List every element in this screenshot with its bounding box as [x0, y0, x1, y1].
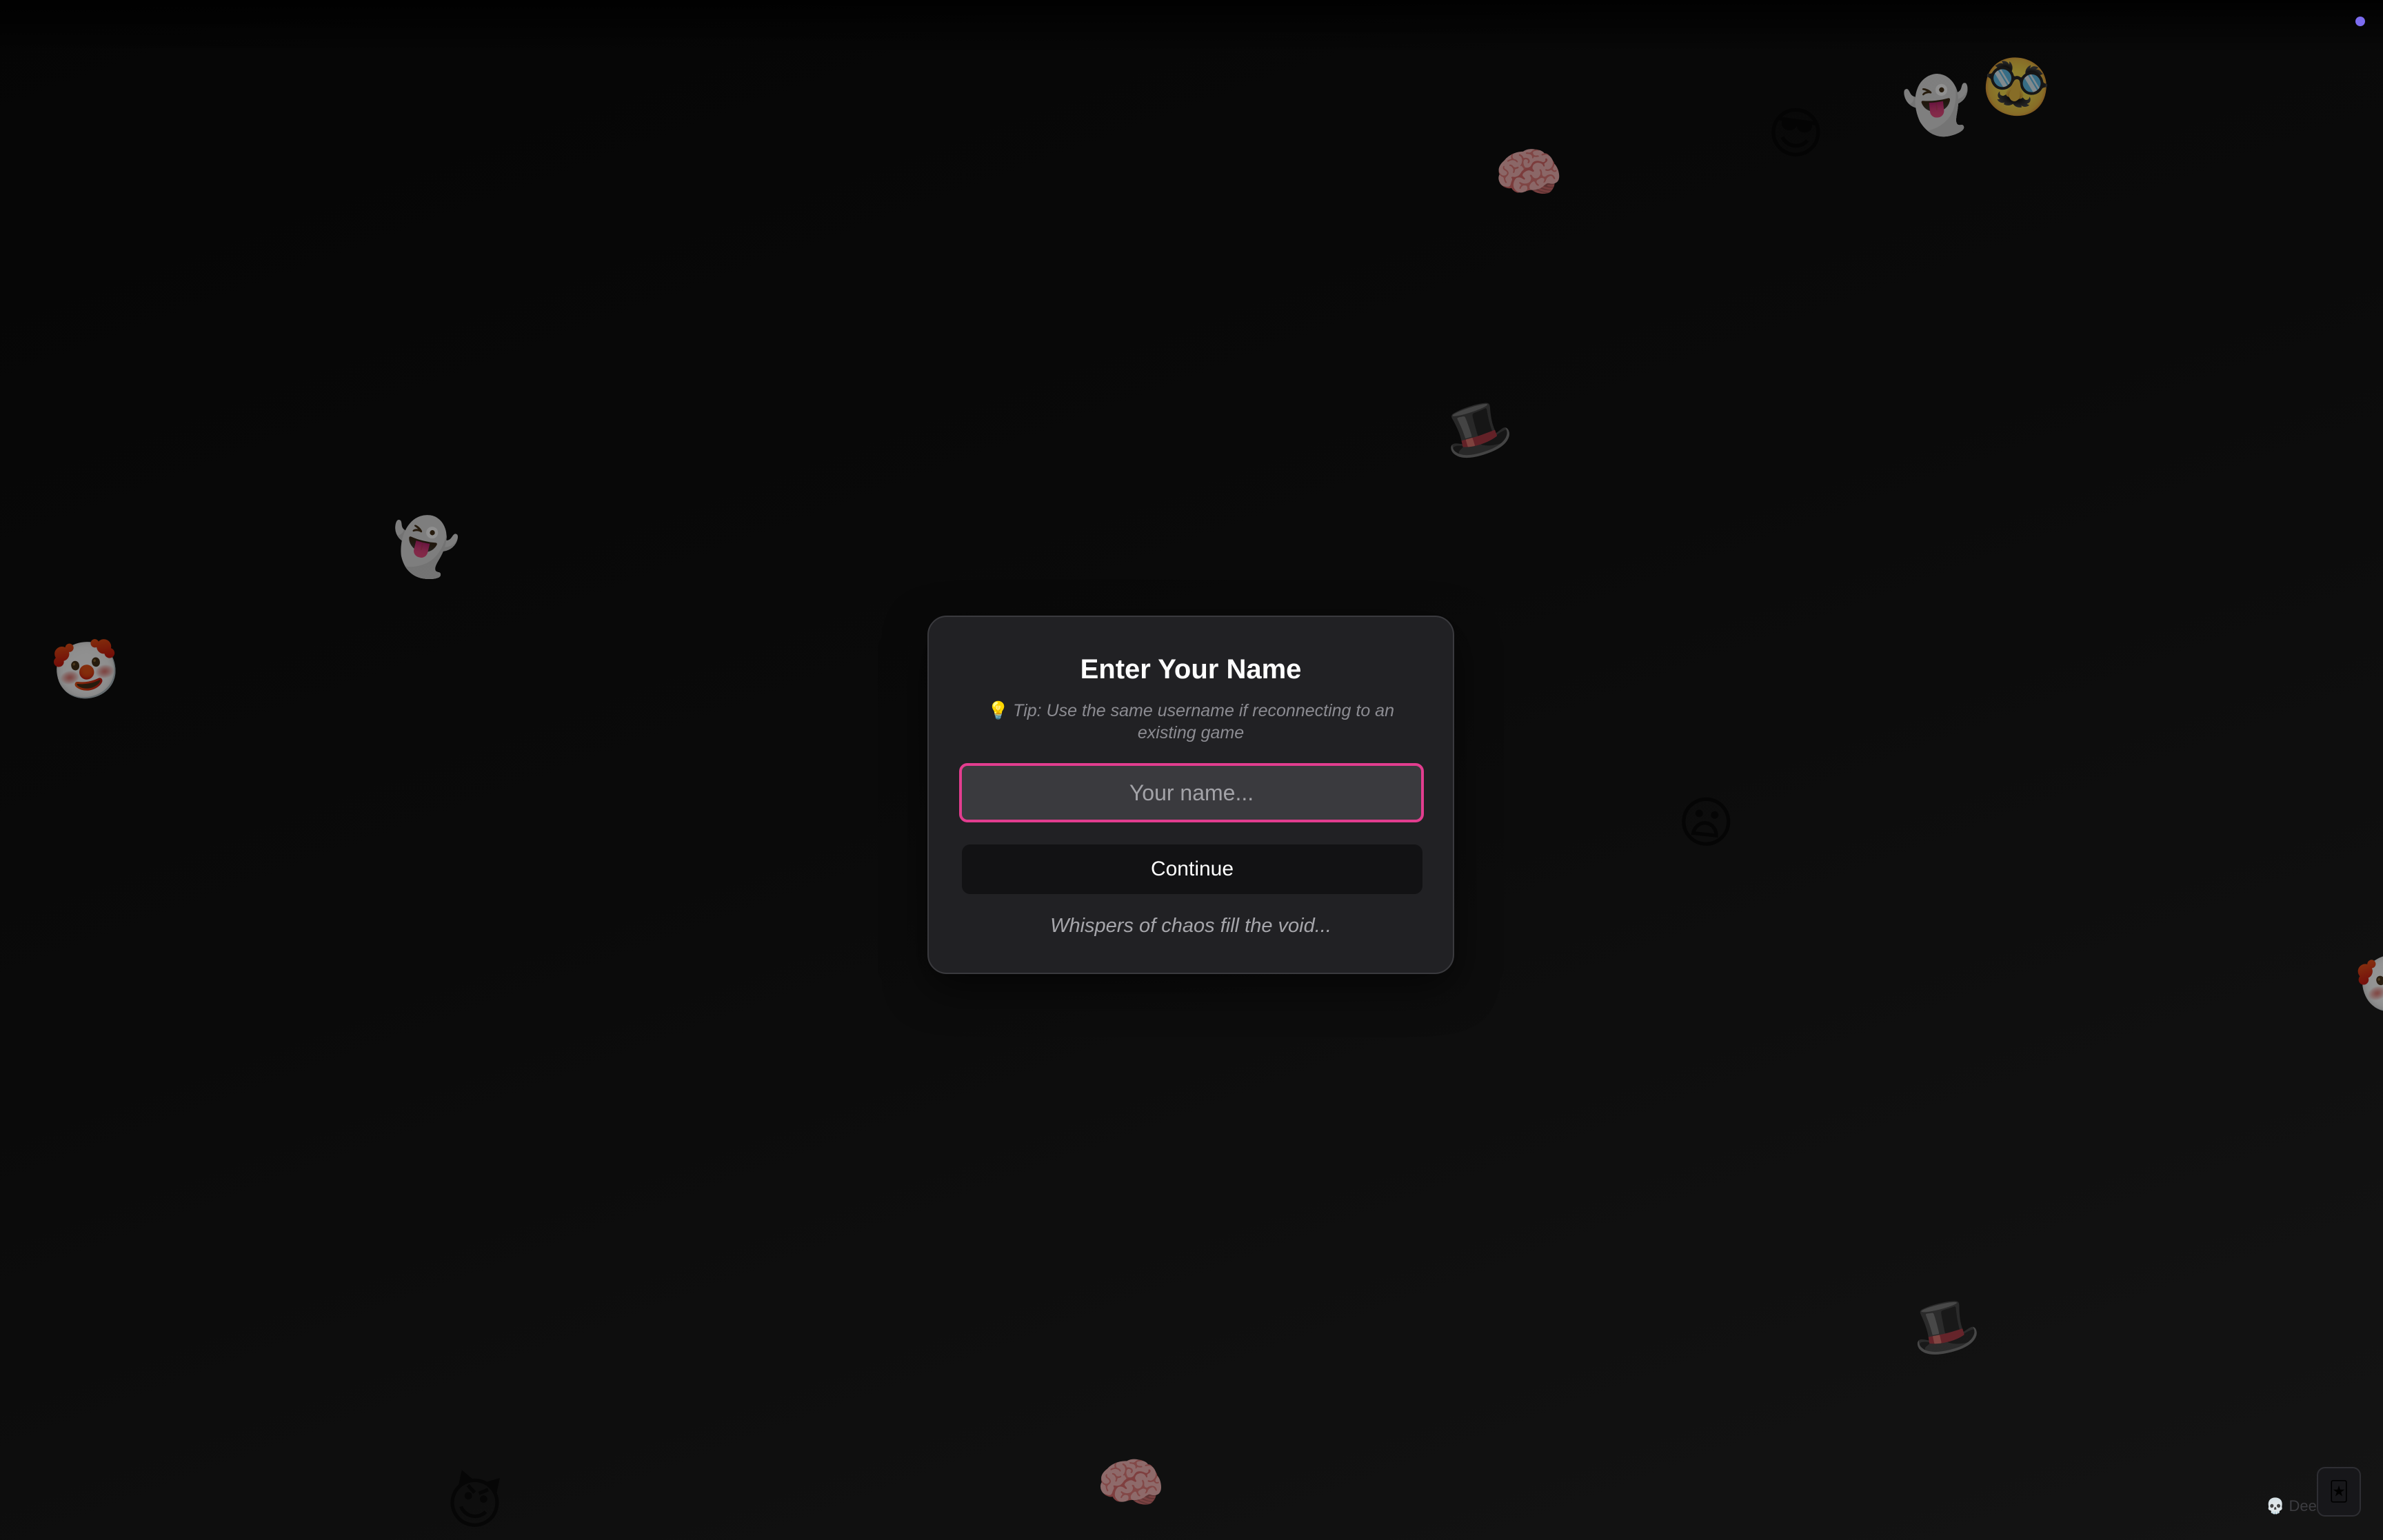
clown-face-icon: 🤡: [2349, 942, 2383, 1026]
top-bar: [0, 0, 2383, 54]
tip-text: Tip: Use the same username if reconnecti…: [1013, 701, 1394, 742]
sunglasses-face-icon: 😎: [1762, 97, 1829, 170]
top-hat-icon: 🎩: [1903, 1287, 1986, 1367]
name-entry-dialog: Enter Your Name 💡 Tip: Use the same usern…: [927, 616, 1454, 974]
flavor-text: Whispers of chaos fill the void...: [1050, 915, 1331, 937]
brain-icon: 🧠: [1092, 1448, 1169, 1521]
corner-widget-button[interactable]: 🃏: [2317, 1467, 2361, 1517]
reconnect-tip: 💡 Tip: Use the same username if reconnect…: [984, 700, 1398, 744]
status-dot: [2355, 17, 2365, 26]
clown-face-icon: 🤡: [47, 633, 126, 709]
dialog-title: Enter Your Name: [1080, 654, 1302, 685]
pirate-ghost-icon: 👻: [1900, 70, 1975, 141]
page-root: 🧠 😎 👻 🥸 🎩 👻 🤡 😦 🎩 😈 🧠 🤡 Enter Your Name …: [0, 0, 2383, 1540]
disguised-face-icon: 🥸: [1976, 49, 2055, 125]
sad-purple-face-icon: 😦: [1673, 787, 1738, 858]
ghost-icon: 👻: [382, 506, 465, 586]
footer-credit: 💀 Dee: [2266, 1496, 2317, 1517]
credit-text: Dee: [2289, 1497, 2317, 1514]
brain-icon: 🧠: [1488, 136, 1569, 213]
joker-card-icon: 🃏: [2329, 1481, 2349, 1502]
name-input[interactable]: [959, 763, 1424, 822]
skull-icon: 💀: [2266, 1497, 2285, 1514]
top-hat-icon: 🎩: [1434, 388, 1520, 471]
continue-button[interactable]: Continue: [962, 844, 1422, 894]
lightbulb-icon: 💡: [987, 701, 1009, 720]
imp-icon: 😈: [439, 1466, 510, 1540]
